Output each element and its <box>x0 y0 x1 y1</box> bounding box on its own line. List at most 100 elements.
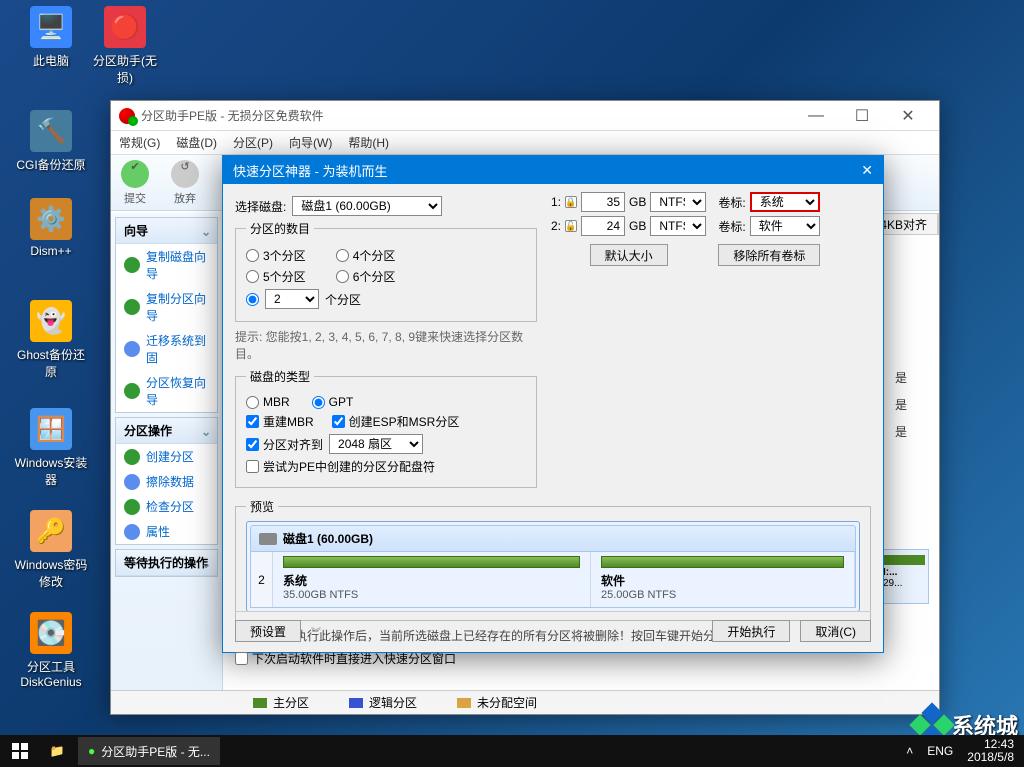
task-label: 分区助手PE版 - 无... <box>101 743 210 760</box>
menubar: 常规(G) 磁盘(D) 分区(P) 向导(W) 帮助(H) <box>111 131 939 155</box>
select-disk-label: 选择磁盘: <box>235 198 286 215</box>
disk-select[interactable]: 磁盘1 (60.00GB) <box>292 196 442 216</box>
preview-label: 预览 <box>246 498 278 515</box>
radio-5-parts[interactable]: 5个分区 <box>246 268 306 285</box>
tray-date[interactable]: 2018/5/8 <box>967 751 1014 764</box>
align-select[interactable]: 2048 扇区 <box>329 434 423 454</box>
legend-primary: 主分区 <box>273 694 309 711</box>
sidebar-item-copy-partition[interactable]: 复制分区向导 <box>116 286 217 328</box>
check-rebuild-mbr[interactable]: 重建MBR <box>246 413 314 430</box>
preview-part-2[interactable]: 软件 25.00GB NTFS <box>591 552 855 607</box>
sidebar-item-create[interactable]: 创建分区 <box>116 444 217 469</box>
check-create-esp[interactable]: 创建ESP和MSR分区 <box>332 413 460 430</box>
disk-type-group: 磁盘的类型 MBR GPT 重建MBR 创建ESP和MSR分区 分区对齐到 20… <box>235 368 537 488</box>
radio-gpt[interactable]: GPT <box>312 395 354 409</box>
bg-disk-label: I:... <box>883 567 897 578</box>
preview-count: 2 <box>251 552 273 607</box>
preview-disk-name: 磁盘1 (60.00GB) <box>283 530 373 547</box>
tray-lang[interactable]: ENG <box>927 744 953 758</box>
sidebar: 向导 复制磁盘向导 复制分区向导 迁移系统到固 分区恢复向导 分区操作 创建分区… <box>111 213 223 690</box>
desktop-icon-cgi[interactable]: 🔨CGI备份还原 <box>14 110 88 173</box>
preview-part-1[interactable]: 系统 35.00GB NTFS <box>273 552 591 607</box>
check-next-time[interactable]: 下次启动软件时直接进入快速分区窗口 <box>235 650 871 667</box>
menu-general[interactable]: 常规(G) <box>119 134 160 151</box>
taskbar-explorer-icon[interactable]: 📁 <box>40 744 74 758</box>
taskbar: 📁 ●分区助手PE版 - 无... ˄ ENG 12:43 2018/5/8 <box>0 735 1024 767</box>
dialog-titlebar[interactable]: 快速分区神器 - 为装机而生 ✕ <box>223 156 883 184</box>
toolbar-discard[interactable]: ↺放弃 <box>171 160 199 206</box>
sidebar-item-wipe[interactable]: 擦除数据 <box>116 469 217 494</box>
desktop-icon-win-installer[interactable]: 🪟Windows安装器 <box>14 408 88 488</box>
part1-fs-select[interactable]: NTFS <box>650 192 706 212</box>
radio-3-parts[interactable]: 3个分区 <box>246 247 306 264</box>
radio-4-parts[interactable]: 4个分区 <box>336 247 396 264</box>
type-group-label: 磁盘的类型 <box>246 368 314 385</box>
titlebar[interactable]: 分区助手PE版 - 无损分区免费软件 — ☐ ✕ <box>111 101 939 131</box>
bg-disk-size: 29... <box>883 578 902 589</box>
part2-size-input[interactable] <box>581 216 625 236</box>
dialog-title: 快速分区神器 - 为装机而生 <box>233 161 388 180</box>
radio-6-parts[interactable]: 6个分区 <box>336 268 396 285</box>
partition-count-group: 分区的数目 3个分区 4个分区 5个分区 6个分区 2 个分区 <box>235 220 537 322</box>
check-try-pe[interactable]: 尝试为PE中创建的分区分配盘符 <box>246 458 435 475</box>
count-group-label: 分区的数目 <box>246 220 314 237</box>
close-button[interactable]: ✕ <box>885 102 931 130</box>
start-button[interactable]: 开始执行 <box>712 620 790 642</box>
remove-labels-button[interactable]: 移除所有卷标 <box>718 244 820 266</box>
legend-logical: 逻辑分区 <box>369 694 417 711</box>
vol-label: 卷标: <box>718 218 745 235</box>
taskbar-task[interactable]: ●分区助手PE版 - 无... <box>78 737 220 765</box>
sidebar-item-migrate-os[interactable]: 迁移系统到固 <box>116 328 217 370</box>
sidebar-item-check[interactable]: 检查分区 <box>116 494 217 519</box>
tray-up-icon[interactable]: ˄ <box>906 744 913 758</box>
menu-wizard[interactable]: 向导(W) <box>289 134 332 151</box>
preview-group: 预览 磁盘1 (60.00GB) 2 系统 35.00GB NTFS 软件 <box>235 498 871 621</box>
sidebar-pending-header[interactable]: 等待执行的操作 <box>116 550 217 576</box>
radio-custom-parts[interactable] <box>246 293 259 306</box>
sidebar-item-properties[interactable]: 属性 <box>116 519 217 544</box>
legend-unalloc: 未分配空间 <box>477 694 537 711</box>
lock-icon[interactable]: 🔓 <box>565 220 577 232</box>
preset-button[interactable]: 预设置 <box>235 620 301 642</box>
legend: 主分区 逻辑分区 未分配空间 <box>111 690 939 714</box>
bg-disk-preview[interactable]: I:... 29... <box>879 549 929 604</box>
part1-index: 1: <box>551 195 561 209</box>
cancel-button[interactable]: 取消(C) <box>800 620 871 642</box>
part1-size-input[interactable] <box>581 192 625 212</box>
count-hint: 提示: 您能按1, 2, 3, 4, 5, 6, 7, 8, 9键来快速选择分区… <box>235 328 537 362</box>
dialog-close-button[interactable]: ✕ <box>861 162 873 179</box>
part1-vol-select[interactable]: 系统 <box>750 192 820 212</box>
sidebar-item-copy-disk[interactable]: 复制磁盘向导 <box>116 244 217 286</box>
part2-fs-select[interactable]: NTFS <box>650 216 706 236</box>
start-button[interactable] <box>0 735 40 767</box>
sidebar-ops-header[interactable]: 分区操作 <box>116 418 217 444</box>
desktop-icon-this-pc[interactable]: 🖥️此电脑 <box>14 6 88 69</box>
desktop-icon-ghost[interactable]: 👻Ghost备份还原 <box>14 300 88 380</box>
desktop-icon-win-password[interactable]: 🔑Windows密码修改 <box>14 510 88 590</box>
part1-unit: GB <box>629 195 646 209</box>
menu-disk[interactable]: 磁盘(D) <box>176 134 217 151</box>
menu-help[interactable]: 帮助(H) <box>348 134 389 151</box>
sidebar-wizard-header[interactable]: 向导 <box>116 218 217 244</box>
default-size-button[interactable]: 默认大小 <box>590 244 668 266</box>
check-align[interactable]: 分区对齐到 <box>246 436 323 453</box>
sidebar-item-recover-part[interactable]: 分区恢复向导 <box>116 370 217 412</box>
lock-icon[interactable]: 🔒 <box>565 196 577 208</box>
vol-label: 卷标: <box>718 194 745 211</box>
desktop-icon-partition-assistant[interactable]: 🔴分区助手(无损) <box>88 6 162 86</box>
desktop-icon-dism[interactable]: ⚙️Dism++ <box>14 198 88 258</box>
custom-count-suffix: 个分区 <box>325 291 361 308</box>
maximize-button[interactable]: ☐ <box>839 102 885 130</box>
minimize-button[interactable]: — <box>793 102 839 130</box>
window-title: 分区助手PE版 - 无损分区免费软件 <box>141 107 324 124</box>
toolbar-commit[interactable]: ✔提交 <box>121 160 149 206</box>
quick-partition-dialog: 快速分区神器 - 为装机而生 ✕ 选择磁盘: 磁盘1 (60.00GB) 分区的… <box>222 155 884 653</box>
custom-count-select[interactable]: 2 <box>265 289 319 309</box>
chevron-down-icon: ︾ <box>311 624 321 639</box>
part2-vol-select[interactable]: 软件 <box>750 216 820 236</box>
radio-mbr[interactable]: MBR <box>246 395 290 409</box>
menu-partition[interactable]: 分区(P) <box>233 134 273 151</box>
desktop-icon-diskgenius[interactable]: 💽分区工具DiskGenius <box>14 612 88 689</box>
part2-unit: GB <box>629 219 646 233</box>
app-icon <box>119 108 135 124</box>
